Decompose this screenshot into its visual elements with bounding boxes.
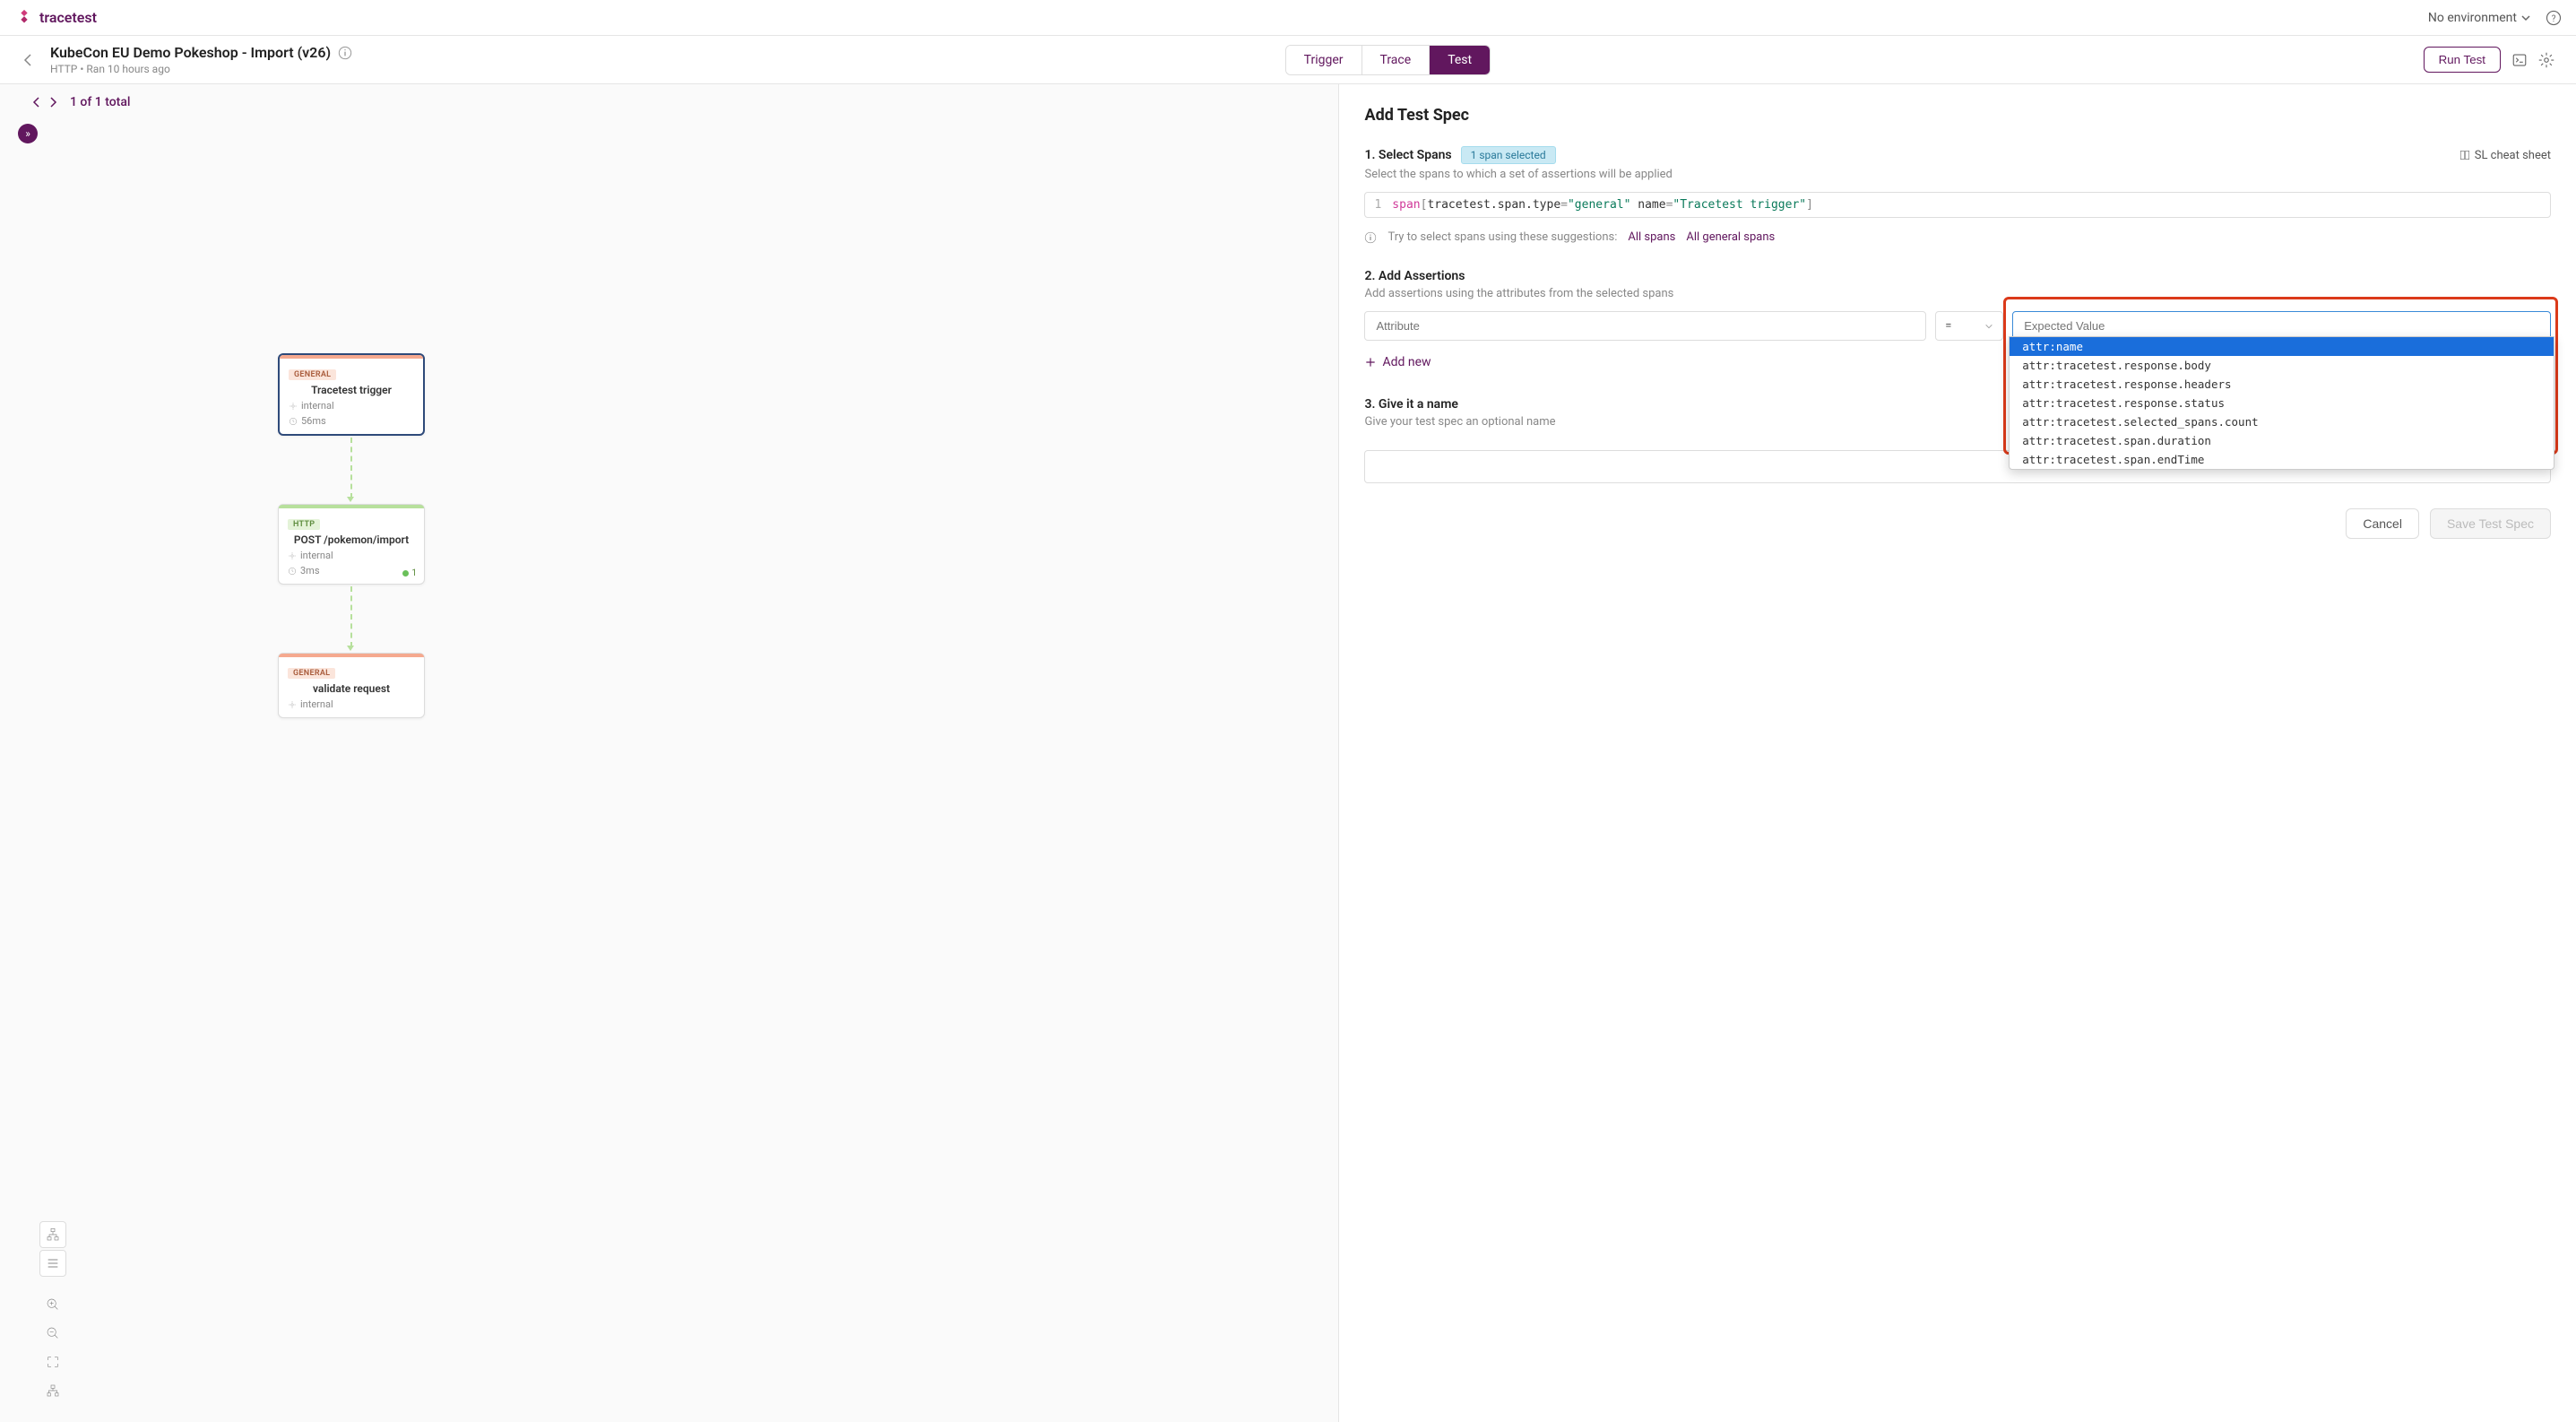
panel-title: Add Test Spec	[1364, 106, 2551, 125]
help-icon[interactable]: ?	[2546, 10, 2562, 26]
run-test-button[interactable]: Run Test	[2424, 47, 2501, 73]
operator-select[interactable]: =	[1935, 311, 2003, 341]
gear-icon[interactable]	[2538, 52, 2554, 68]
connector	[350, 586, 352, 647]
list-view-button[interactable]	[39, 1250, 66, 1277]
step2-label: 2. Add Assertions	[1364, 269, 2551, 283]
tree-view-button[interactable]	[39, 1221, 66, 1248]
terminal-icon[interactable]	[2511, 52, 2528, 68]
save-test-spec-button[interactable]: Save Test Spec	[2430, 508, 2551, 539]
span-duration: 56ms	[289, 415, 414, 427]
tab-test[interactable]: Test	[1430, 46, 1490, 74]
fullscreen-button[interactable]	[39, 1348, 66, 1375]
span-tag: GENERAL	[288, 668, 335, 679]
span-kind: internal	[288, 550, 415, 561]
zoom-in-button[interactable]	[39, 1291, 66, 1318]
span-name: validate request	[288, 682, 415, 695]
environment-label: No environment	[2428, 11, 2517, 25]
suggest-all-general-spans[interactable]: All general spans	[1686, 230, 1775, 244]
toolbelt	[39, 1221, 66, 1404]
page-meta: HTTP • Ran 10 hours ago	[50, 63, 352, 75]
pager-next-icon[interactable]	[47, 96, 59, 108]
trace-panel: 1 of 1 total » GENERAL Tracetest trigger…	[0, 84, 1339, 1422]
pager: 1 of 1 total	[0, 84, 1338, 120]
arrow-icon	[347, 646, 354, 651]
clock-icon	[288, 567, 297, 576]
suggestions-row: Try to select spans using these suggesti…	[1364, 230, 2551, 244]
clock-icon	[289, 417, 298, 426]
tab-trace[interactable]: Trace	[1362, 46, 1431, 74]
span-kind: internal	[288, 698, 415, 710]
span-name: POST /pokemon/import	[288, 533, 415, 546]
gear-small-icon	[288, 700, 297, 709]
dropdown-item[interactable]: attr:tracetest.response.status	[2010, 394, 2554, 412]
dropdown-item[interactable]: attr:tracetest.selected_spans.count	[2010, 412, 2554, 431]
span-assertion-count: 1	[402, 568, 417, 578]
info-icon[interactable]	[338, 46, 352, 60]
pager-label: 1 of 1 total	[70, 95, 130, 109]
gear-small-icon	[288, 551, 297, 560]
selector-code-box[interactable]: 1 span[tracetest.span.type="general" nam…	[1364, 192, 2551, 218]
cheat-sheet-link[interactable]: SL cheat sheet	[2459, 149, 2551, 162]
plus-icon	[1364, 356, 1377, 369]
gear-small-icon	[289, 402, 298, 411]
footer-buttons: Cancel Save Test Spec	[1364, 508, 2551, 539]
suggestions-lead: Try to select spans using these suggesti…	[1387, 230, 1617, 244]
span-card-post-import[interactable]: HTTP POST /pokemon/import internal 3ms 1	[278, 504, 425, 585]
trace-canvas[interactable]: GENERAL Tracetest trigger internal 56ms	[0, 120, 1338, 1415]
tabs: Trigger Trace Test	[1285, 45, 1491, 75]
book-icon	[2459, 149, 2471, 161]
dropdown-item[interactable]: attr:tracetest.span.endTime	[2010, 450, 2554, 469]
span-tag: HTTP	[288, 519, 320, 530]
zoom-out-button[interactable]	[39, 1320, 66, 1347]
arrow-icon	[347, 497, 354, 502]
logo[interactable]: tracetest	[14, 8, 97, 28]
selector-code: span[tracetest.span.type="general" name=…	[1392, 198, 1813, 212]
dropdown-item[interactable]: attr:tracetest.span.duration	[2010, 431, 2554, 450]
back-button[interactable]	[22, 53, 36, 67]
attribute-input[interactable]	[1364, 311, 1926, 341]
environment-selector[interactable]: No environment	[2428, 11, 2531, 25]
span-card-trigger[interactable]: GENERAL Tracetest trigger internal 56ms	[278, 353, 425, 436]
span-duration: 3ms	[288, 565, 415, 577]
dropdown-item[interactable]: attr:tracetest.response.body	[2010, 356, 2554, 375]
span-card-validate-request[interactable]: GENERAL validate request internal	[278, 653, 425, 718]
logo-icon	[14, 8, 34, 28]
chevron-down-icon	[2520, 13, 2531, 23]
pager-prev-icon[interactable]	[30, 96, 43, 108]
tab-trigger[interactable]: Trigger	[1286, 46, 1362, 74]
layout-button[interactable]	[39, 1377, 66, 1404]
chevron-down-icon	[1984, 322, 1993, 331]
connector	[350, 438, 352, 499]
line-number: 1	[1374, 198, 1381, 212]
page-title: KubeCon EU Demo Pokeshop - Import (v26)	[50, 44, 331, 61]
top-bar: tracetest No environment ?	[0, 0, 2576, 36]
span-tag: GENERAL	[289, 369, 336, 380]
assertion-row: = attr:name attr:tracetest.response.body…	[1364, 311, 2551, 341]
expected-value-dropdown: attr:name attr:tracetest.response.body a…	[2009, 336, 2554, 470]
main: 1 of 1 total » GENERAL Tracetest trigger…	[0, 84, 2576, 1422]
suggest-all-spans[interactable]: All spans	[1628, 230, 1675, 244]
dropdown-item[interactable]: attr:name	[2010, 337, 2554, 356]
add-new-assertion-button[interactable]: Add new	[1364, 355, 1431, 369]
page-header: KubeCon EU Demo Pokeshop - Import (v26) …	[0, 36, 2576, 84]
span-name: Tracetest trigger	[289, 384, 414, 396]
step1-label: 1. Select Spans	[1364, 148, 1451, 162]
cancel-button[interactable]: Cancel	[2346, 508, 2419, 539]
step1-desc: Select the spans to which a set of asser…	[1364, 168, 2551, 181]
brand-text: tracetest	[39, 9, 97, 26]
dropdown-item[interactable]: attr:tracetest.response.headers	[2010, 375, 2554, 394]
span-kind: internal	[289, 400, 414, 412]
svg-text:?: ?	[2552, 13, 2556, 23]
step2-desc: Add assertions using the attributes from…	[1364, 287, 2551, 300]
test-spec-panel: Add Test Spec 1. Select Spans 1 span sel…	[1339, 84, 2576, 1422]
info-icon	[1364, 231, 1377, 244]
span-selected-badge: 1 span selected	[1461, 146, 1556, 164]
